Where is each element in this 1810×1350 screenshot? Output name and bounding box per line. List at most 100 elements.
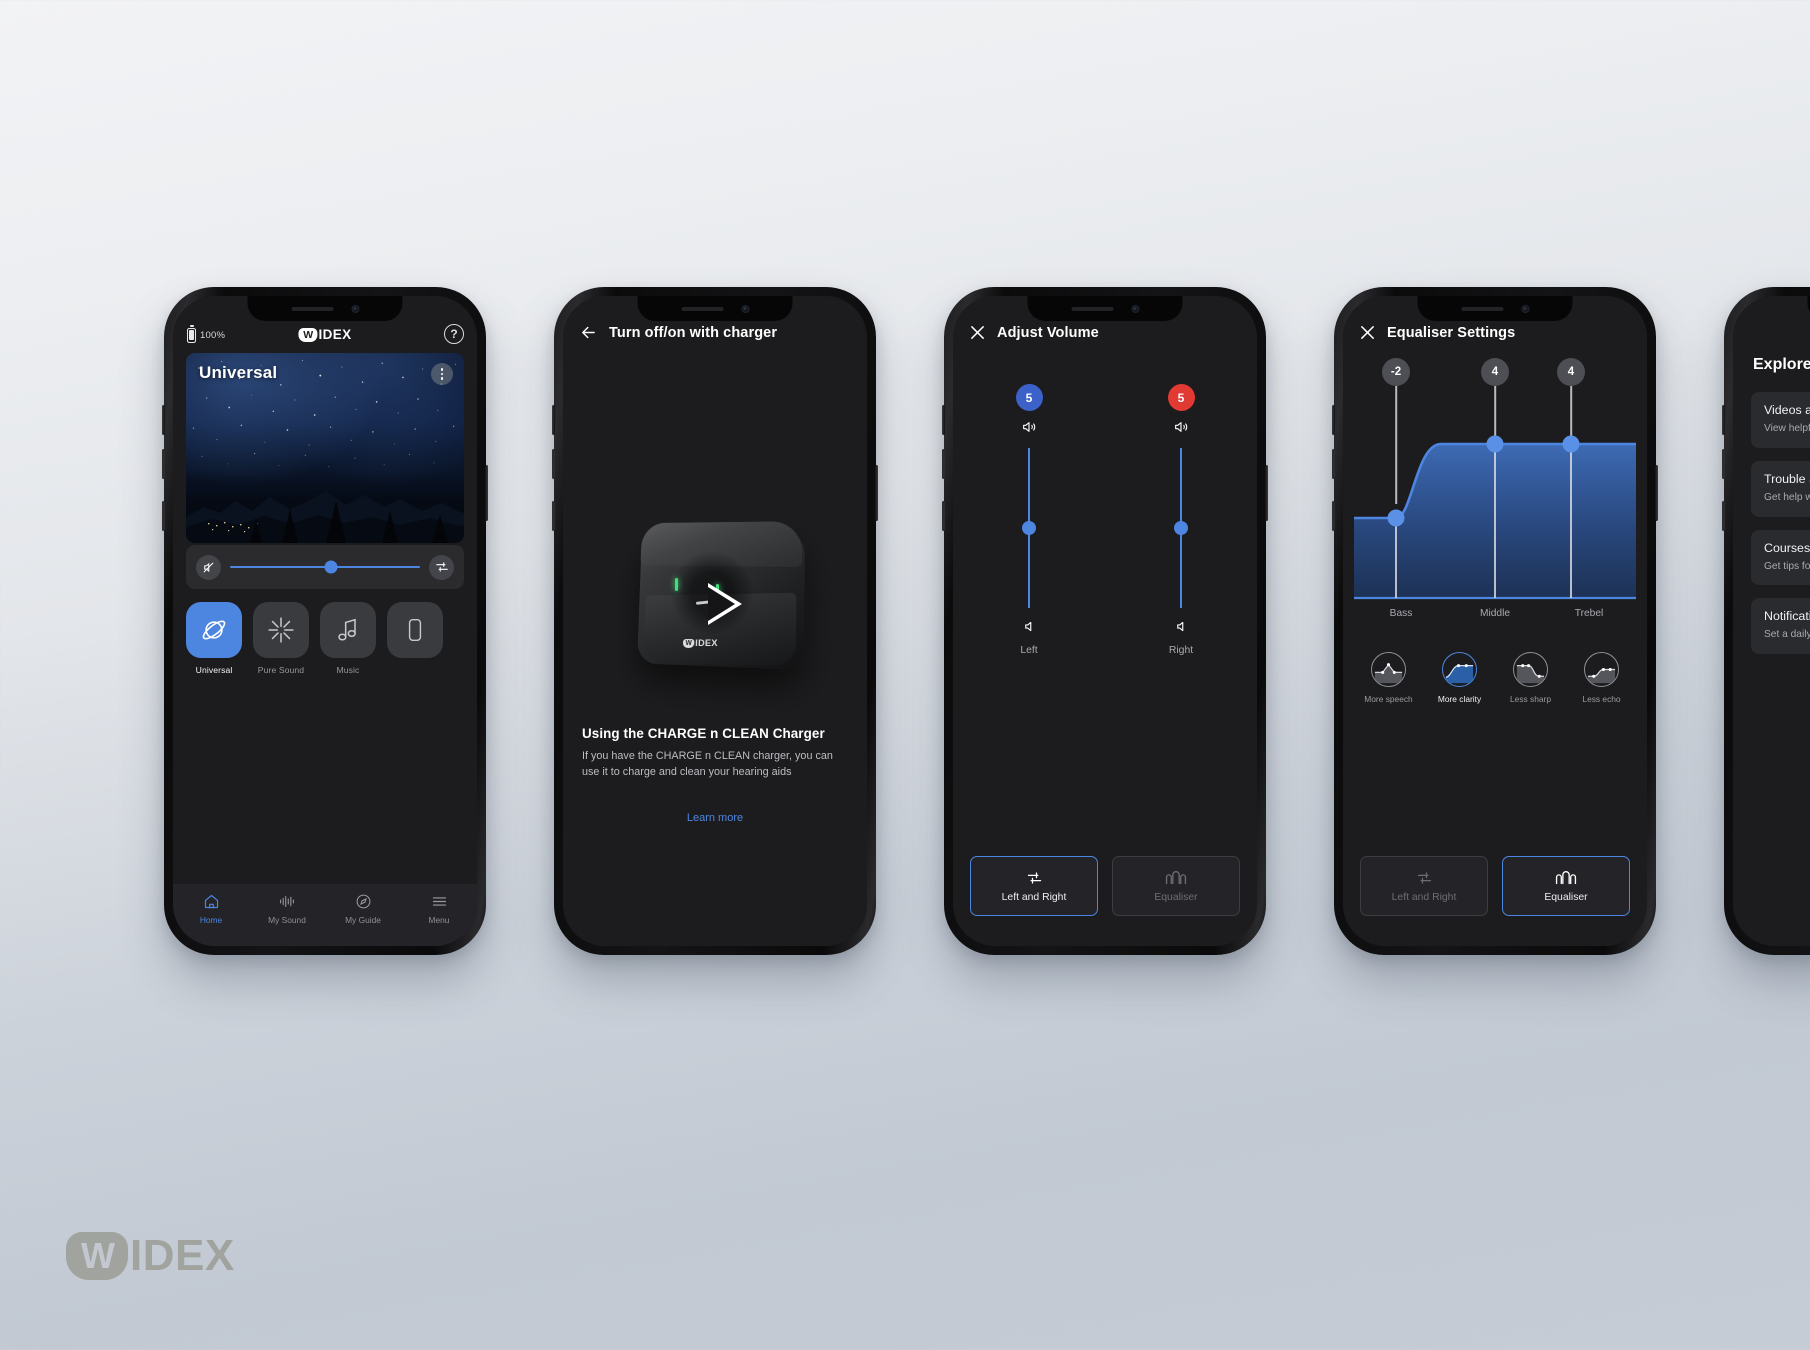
volume-high-icon[interactable] bbox=[1020, 419, 1038, 435]
modal-header: Equaliser Settings bbox=[1359, 324, 1515, 341]
explore-card[interactable]: Notificati Set a daily on your he bbox=[1751, 598, 1810, 655]
nav-label: My Sound bbox=[268, 915, 306, 925]
preset-more-speech[interactable]: More speech bbox=[1353, 652, 1424, 704]
volume-channel-left: 5 Left bbox=[953, 384, 1105, 656]
equaliser-button[interactable]: Equaliser bbox=[1112, 856, 1240, 916]
charger-device-image: W IDEX bbox=[608, 506, 823, 681]
earpiece-speaker bbox=[681, 306, 723, 311]
card-desc: Get help w sound qua fit of your bbox=[1764, 491, 1810, 503]
eq-value-bass[interactable]: -2 bbox=[1382, 358, 1410, 386]
compass-icon bbox=[356, 894, 370, 909]
nav-item-my-sound[interactable]: My Sound bbox=[249, 893, 325, 946]
preset-more-clarity[interactable]: More clarity bbox=[1424, 652, 1495, 704]
volume-slider[interactable] bbox=[230, 560, 420, 574]
mountain-silhouette bbox=[186, 491, 464, 543]
earpiece-speaker bbox=[291, 306, 333, 311]
explore-card[interactable]: Trouble S Get help w sound qua fit of yo… bbox=[1751, 460, 1810, 517]
nav-item-menu[interactable]: Menu bbox=[401, 893, 477, 946]
article-heading: Using the CHARGE n CLEAN Charger bbox=[582, 726, 825, 741]
eq-curve-svg bbox=[1354, 435, 1636, 600]
bottom-nav: Home My Sound My Guide Menu bbox=[173, 884, 477, 946]
eq-value-middle[interactable]: 4 bbox=[1481, 358, 1509, 386]
preset-step-icon bbox=[1584, 652, 1619, 687]
close-icon[interactable] bbox=[969, 324, 986, 341]
phone-1-screen: 100% W IDEX ? Universal Universal Pure S… bbox=[173, 296, 477, 946]
page-title: Explore bbox=[1753, 356, 1810, 373]
mode-buttons: Left and Right Equaliser bbox=[1360, 856, 1630, 916]
preset-label: Less echo bbox=[1582, 694, 1621, 704]
kebab-menu-icon[interactable] bbox=[431, 363, 453, 385]
widex-wordmark: IDEX bbox=[318, 327, 352, 343]
program-label: Universal bbox=[195, 665, 233, 675]
sound-bars-icon bbox=[280, 896, 294, 907]
slider-knob[interactable] bbox=[1174, 521, 1188, 535]
program-tile-universal[interactable]: Universal bbox=[186, 602, 242, 675]
eq-curve-icon bbox=[1555, 870, 1577, 884]
left-and-right-button[interactable]: Left and Right bbox=[970, 856, 1098, 916]
volume-low-icon[interactable] bbox=[1022, 619, 1037, 634]
preset-label: More speech bbox=[1364, 694, 1413, 704]
modal-header: Turn off/on with charger bbox=[579, 324, 777, 341]
screenshot-canvas: 100% W IDEX ? Universal Universal Pure S… bbox=[0, 0, 1810, 1350]
program-hero-card[interactable]: Universal bbox=[186, 353, 464, 543]
left-volume-badge: 5 bbox=[1015, 384, 1043, 411]
help-icon[interactable]: ? bbox=[444, 324, 464, 344]
music-note-icon bbox=[320, 602, 376, 658]
preset-less-sharp[interactable]: Less sharp bbox=[1495, 652, 1566, 704]
preset-label: Less sharp bbox=[1510, 694, 1551, 704]
eq-value-trebel[interactable]: 4 bbox=[1557, 358, 1585, 386]
program-label: Music bbox=[336, 665, 360, 675]
phone-5-explore: Explore Videos a View helpf instruction … bbox=[1722, 287, 1810, 955]
phone-icon bbox=[387, 602, 443, 658]
nav-item-my-guide[interactable]: My Guide bbox=[325, 893, 401, 946]
page-title: Adjust Volume bbox=[997, 324, 1099, 341]
notch bbox=[637, 296, 793, 321]
preset-peak-icon bbox=[1371, 652, 1406, 687]
card-title: Notificati bbox=[1764, 609, 1810, 624]
front-camera bbox=[351, 304, 359, 313]
preset-falling-icon bbox=[1513, 652, 1548, 687]
left-volume-slider[interactable] bbox=[1022, 448, 1036, 608]
battery-icon bbox=[187, 325, 196, 343]
explore-card[interactable]: Videos a View helpf instruction bbox=[1751, 392, 1810, 448]
charger-brand-logo: W IDEX bbox=[682, 638, 717, 649]
preset-label: More clarity bbox=[1437, 694, 1482, 704]
program-label: Pure Sound bbox=[257, 665, 305, 675]
page-title: Universal bbox=[199, 363, 278, 382]
left-and-right-button[interactable]: Left and Right bbox=[1360, 856, 1488, 916]
slider-knob[interactable] bbox=[1022, 521, 1036, 535]
equaliser-curve-chart[interactable] bbox=[1354, 386, 1636, 606]
explore-card[interactable]: Courses Get tips fo hearing aid more abo… bbox=[1751, 529, 1810, 586]
program-tile-music[interactable]: Music bbox=[320, 602, 376, 675]
preset-less-echo[interactable]: Less echo bbox=[1566, 652, 1637, 704]
nav-label: Home bbox=[199, 915, 223, 925]
charger-video-thumbnail[interactable]: W IDEX bbox=[563, 486, 867, 701]
notch bbox=[1417, 296, 1573, 321]
widex-wordmark: IDEX bbox=[694, 637, 718, 650]
hamburger-icon bbox=[432, 897, 446, 906]
mute-icon[interactable] bbox=[196, 554, 221, 580]
card-title: Trouble S bbox=[1764, 471, 1810, 486]
modal-header: Adjust Volume bbox=[969, 324, 1099, 341]
equaliser-button[interactable]: Equaliser bbox=[1502, 856, 1630, 916]
play-icon[interactable] bbox=[707, 583, 742, 625]
eq-label-middle: Middle bbox=[1479, 608, 1510, 619]
status-bar: 100% W IDEX bbox=[173, 322, 477, 348]
volume-low-icon[interactable] bbox=[1174, 619, 1189, 634]
slider-knob[interactable] bbox=[324, 560, 338, 574]
volume-high-icon[interactable] bbox=[1172, 419, 1190, 435]
program-tile-pure-sound[interactable]: Pure Sound bbox=[253, 602, 309, 675]
nav-item-home[interactable]: Home bbox=[173, 893, 249, 946]
notch bbox=[247, 296, 403, 321]
program-tile-phone[interactable] bbox=[387, 602, 443, 675]
sliders-icon bbox=[1417, 871, 1431, 884]
card-desc: Set a daily on your he bbox=[1764, 629, 1810, 641]
phone-5-screen: Explore Videos a View helpf instruction … bbox=[1733, 296, 1810, 946]
equalizer-icon[interactable] bbox=[429, 554, 454, 580]
starburst-icon bbox=[253, 602, 309, 658]
eq-axis-labels: Bass Middle Trebel bbox=[1354, 608, 1636, 619]
back-arrow-icon[interactable] bbox=[579, 324, 598, 341]
learn-more-link[interactable]: Learn more bbox=[563, 812, 867, 824]
right-volume-slider[interactable] bbox=[1174, 448, 1188, 608]
close-icon[interactable] bbox=[1359, 324, 1376, 341]
